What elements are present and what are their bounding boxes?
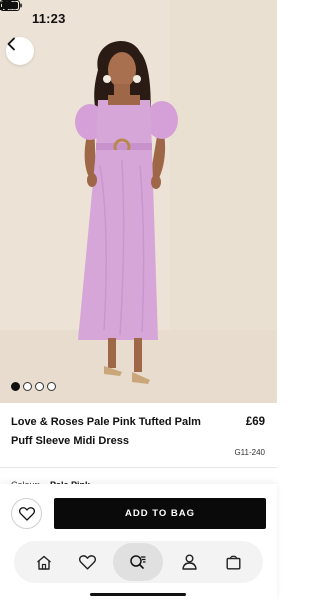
visual-search-icon bbox=[130, 554, 146, 569]
carousel-dot-3[interactable] bbox=[35, 382, 44, 391]
person-icon bbox=[182, 554, 197, 570]
status-bar: 11:23 bbox=[0, 0, 277, 36]
nav-account[interactable] bbox=[171, 544, 207, 580]
nav-visual-search[interactable] bbox=[113, 543, 164, 581]
product-title: Love & Roses Pale Pink Tufted Palm Puff … bbox=[11, 416, 201, 447]
nav-favourites[interactable] bbox=[70, 544, 106, 580]
add-to-bag-button[interactable]: ADD TO BAG bbox=[54, 498, 266, 529]
chevron-left-icon bbox=[7, 37, 15, 51]
home-indicator bbox=[90, 593, 186, 596]
carousel-dot-2[interactable] bbox=[23, 382, 32, 391]
nav-home[interactable] bbox=[26, 544, 62, 580]
product-sku: G11-240 bbox=[234, 448, 265, 457]
status-time: 11:23 bbox=[32, 10, 66, 26]
product-price: £69 bbox=[245, 416, 265, 428]
bottom-nav bbox=[14, 541, 263, 583]
carousel-dot-1[interactable] bbox=[11, 382, 20, 391]
battery-icon bbox=[0, 0, 22, 11]
heart-icon bbox=[79, 554, 97, 570]
heart-outline-icon bbox=[18, 506, 35, 521]
image-carousel-dots bbox=[11, 382, 56, 391]
back-button[interactable] bbox=[6, 37, 34, 65]
shopping-bag-icon bbox=[226, 555, 241, 570]
home-icon bbox=[36, 555, 51, 570]
divider bbox=[0, 467, 277, 468]
purchase-bar: ADD TO BAG bbox=[0, 484, 277, 600]
product-image[interactable]: 11:23 bbox=[0, 0, 277, 403]
wishlist-button[interactable] bbox=[11, 498, 42, 529]
nav-bag[interactable] bbox=[215, 544, 251, 580]
carousel-dot-4[interactable] bbox=[47, 382, 56, 391]
product-photo bbox=[0, 0, 277, 403]
